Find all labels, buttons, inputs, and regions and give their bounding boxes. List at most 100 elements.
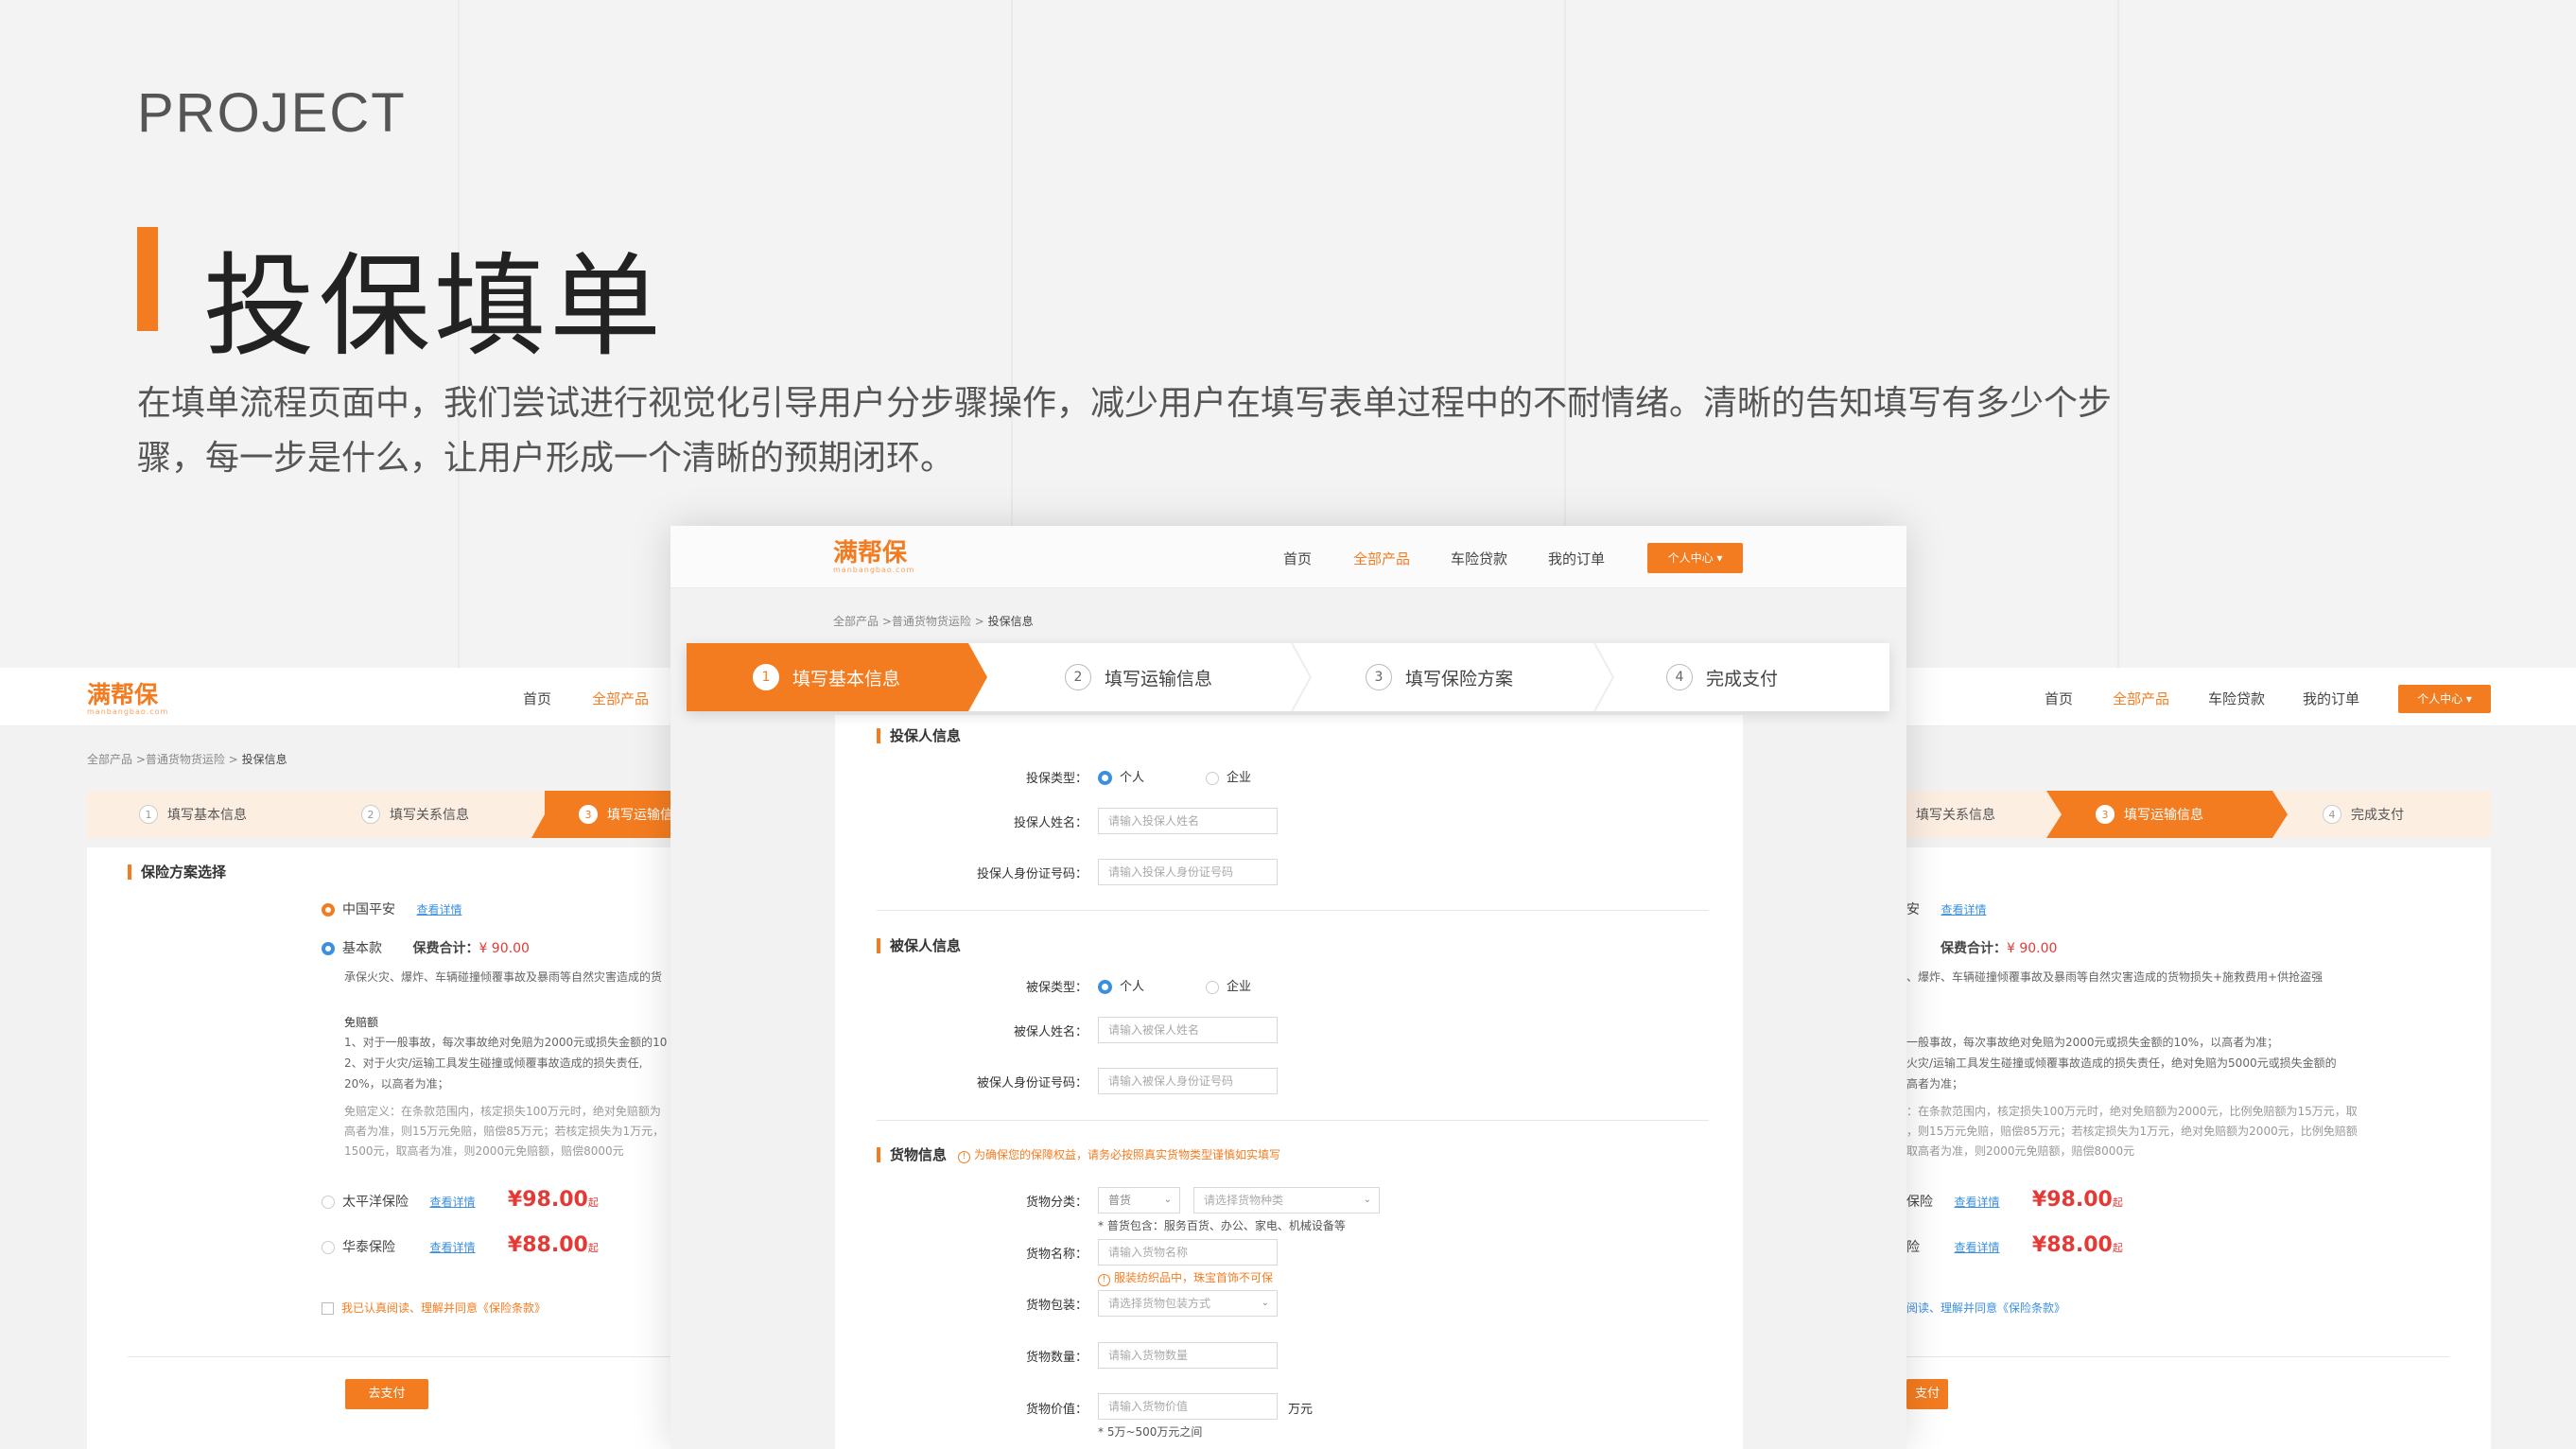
- nav-home[interactable]: 首页: [523, 689, 551, 708]
- premium-total: 保费合计：¥ 90.00: [1941, 941, 2058, 956]
- cargo-name-warning: ! 服装纺织品中，珠宝首饰不可保: [1098, 1269, 1273, 1286]
- nav-all-products[interactable]: 全部产品: [1353, 549, 1410, 568]
- step-bar: 1填写基本信息 2填写关系信息 3填写运输信息: [87, 791, 670, 838]
- definition-2: 高者为准，则15万元免赔，赔偿85万元；若核定损失为1万元，: [344, 1125, 665, 1138]
- definition-2: ，则15万元免赔，赔偿85万元；若核定损失为1万元，绝对免赔额为2000元，比例…: [1906, 1125, 2358, 1138]
- deductible-2b: 20%，以高者为准；: [344, 1077, 449, 1091]
- insurer-option-1[interactable]: 安 查看详情: [1906, 899, 1986, 918]
- left-header: 满帮保 manbangbao.com 首页 全部产品: [0, 668, 670, 726]
- plan-option[interactable]: 基本款 保费合计：¥ 90.00: [322, 938, 530, 957]
- breadcrumb: 全部产品 >普通货物货运险 > 投保信息: [833, 615, 1034, 628]
- insurer-option-3[interactable]: 险 查看详情 ¥88.00起: [1906, 1233, 2123, 1257]
- applicant-id-label: 投保人身份证号码：: [976, 867, 1088, 882]
- section-title: 保险方案选择: [128, 864, 226, 880]
- step-1: 1 填写基本信息: [139, 791, 247, 838]
- cargo-value-unit: 万元: [1288, 1403, 1314, 1417]
- logo[interactable]: 满帮保 manbangbao.com: [833, 541, 914, 575]
- insured-section-title: 被保人信息: [877, 938, 961, 953]
- step-2: 2 填写关系信息: [361, 791, 469, 838]
- cargo-pack-label: 货物包装：: [1025, 1299, 1088, 1313]
- deductible-1: 1、对于一般事故，每次事故绝对免赔为2000元或损失金额的10: [344, 1036, 668, 1049]
- definition-3: 取高者为准，则2000元免赔额，赔偿8000元: [1906, 1144, 2135, 1158]
- applicant-type-company[interactable]: 企业: [1206, 767, 1251, 785]
- step-3: 3填写运输信息: [2096, 791, 2203, 838]
- insured-name-input[interactable]: 请输入被保人姓名: [1098, 1017, 1278, 1043]
- deductible-2: 火灾/运输工具发生碰撞或倾覆事故造成的损失责任，绝对免赔为5000元或损失金额的: [1906, 1056, 2337, 1070]
- insurer-option-3[interactable]: 华泰保险 查看详情 ¥88.00起: [322, 1233, 599, 1257]
- cargo-section-title: 货物信息: [877, 1147, 947, 1162]
- agree-text[interactable]: 阅读、理解并同意《保险条款》: [1906, 1298, 2065, 1318]
- breadcrumb: 全部产品 >普通货物货运险 > 投保信息: [87, 753, 287, 766]
- cargo-qty-input[interactable]: 请输入货物数量: [1098, 1342, 1278, 1369]
- step-3: 3填写运输信息: [579, 791, 670, 838]
- eyebrow: PROJECT: [137, 82, 407, 144]
- nav-my-orders[interactable]: 我的订单: [1548, 549, 1605, 568]
- nav-home[interactable]: 首页: [1283, 549, 1312, 568]
- step-2: 2 填写运输信息: [1065, 643, 1212, 711]
- coverage-text: 承保火灾、爆炸、车辆碰撞倾覆事故及暴雨等自然灾害造成的货: [344, 970, 663, 984]
- nav-my-orders[interactable]: 我的订单: [2303, 689, 2359, 708]
- center-screenshot: 满帮保 manbangbao.com 首页 全部产品 车险贷款 我的订单 个人中心…: [670, 526, 1906, 1449]
- definition-3: 1500元，取高者为准，则2000元免赔额，赔偿8000元: [344, 1144, 624, 1158]
- step-3: 3 填写保险方案: [1366, 643, 1513, 711]
- center-header: 满帮保 manbangbao.com 首页 全部产品 车险贷款 我的订单 个人中心…: [670, 526, 1906, 588]
- insured-type-personal[interactable]: 个人: [1098, 976, 1144, 994]
- step-bar: 填写关系信息 3 填写运输信息 4 完成支付: [1906, 791, 2491, 838]
- logo[interactable]: 满帮保 manbangbao.com: [87, 683, 168, 717]
- nav-all-products[interactable]: 全部产品: [592, 689, 649, 708]
- insured-id-label: 被保人身份证号码：: [976, 1076, 1088, 1091]
- deductible-title: 免赔额: [344, 1016, 379, 1029]
- deductible-1: 一般事故，每次事故绝对免赔为2000元或损失金额的10%，以高者为准；: [1906, 1036, 2279, 1049]
- user-center-button[interactable]: 个人中心 ▾: [1647, 543, 1743, 573]
- applicant-section-title: 投保人信息: [877, 728, 961, 743]
- deductible-3: 高者为准；: [1906, 1077, 1964, 1091]
- insured-type-company[interactable]: 企业: [1206, 976, 1251, 994]
- step-bar: 1 填写基本信息 2 填写运输信息 3 填写保险方案 4 完成支付: [687, 643, 1889, 711]
- cargo-type-select[interactable]: 请选择货物种类 ⌄: [1193, 1187, 1380, 1213]
- nav-all-products[interactable]: 全部产品: [2113, 689, 2169, 708]
- cargo-value-label: 货物价值：: [1025, 1403, 1088, 1417]
- cargo-name-input[interactable]: 请输入货物名称: [1098, 1239, 1278, 1266]
- chevron-down-icon: ⌄: [1163, 1195, 1172, 1205]
- insurer-option-2[interactable]: 保险 查看详情 ¥98.00起: [1906, 1188, 2123, 1212]
- cargo-value-hint: * 5万~500万元之间: [1098, 1425, 1203, 1439]
- insured-type-label: 被保类型：: [1025, 981, 1088, 995]
- page-title: 投保填单: [203, 241, 666, 372]
- nav-home[interactable]: 首页: [2045, 689, 2073, 708]
- applicant-type-label: 投保类型：: [1025, 772, 1088, 786]
- cargo-pack-select[interactable]: 请选择货物包装方式 ⌄: [1098, 1290, 1278, 1317]
- cargo-category-hint: * 普货包含：服务百货、办公、家电、机械设备等: [1098, 1219, 1346, 1232]
- step-2: 填写关系信息: [1916, 808, 1995, 823]
- cargo-qty-label: 货物数量：: [1025, 1351, 1088, 1365]
- step-4: 4 完成支付: [1666, 643, 1778, 711]
- title-accent-bar: [137, 227, 158, 331]
- agree-checkbox[interactable]: 我已认真阅读、理解并同意《保险条款》: [322, 1298, 546, 1318]
- warning-icon: !: [1098, 1274, 1110, 1286]
- page-description: 在填单流程页面中，我们尝试进行视觉化引导用户分步骤操作，减少用户在填写表单过程中…: [137, 384, 2113, 478]
- right-header: 首页 全部产品 车险贷款 我的订单 个人中心 ▾: [1906, 668, 2576, 726]
- applicant-name-input[interactable]: 请输入投保人姓名: [1098, 808, 1278, 834]
- nav-car-loan[interactable]: 车险贷款: [2208, 689, 2265, 708]
- right-screenshot: 首页 全部产品 车险贷款 我的订单 个人中心 ▾ 填写关系信息 3 填写运输信息 …: [1906, 668, 2576, 1449]
- insured-id-input[interactable]: 请输入被保人身份证号码: [1098, 1068, 1278, 1094]
- nav-car-loan[interactable]: 车险贷款: [1451, 549, 1507, 568]
- cargo-value-input[interactable]: 请输入货物价值: [1098, 1393, 1278, 1420]
- info-icon: !: [958, 1151, 970, 1163]
- pay-button[interactable]: 支付: [1906, 1379, 1948, 1409]
- definition-1: ：在条款范围内，核定损失100万元时，绝对免赔额为2000元，比例免赔额为15万…: [1906, 1105, 2358, 1118]
- insurer-option-1[interactable]: 中国平安 查看详情: [322, 899, 461, 918]
- user-center-button[interactable]: 个人中心 ▾: [2398, 685, 2491, 713]
- insured-name-label: 被保人姓名：: [1013, 1025, 1088, 1039]
- applicant-id-input[interactable]: 请输入投保人身份证号码: [1098, 859, 1278, 885]
- cargo-category-select[interactable]: 普货 ⌄: [1098, 1187, 1180, 1213]
- chevron-down-icon: ⌄: [1261, 1298, 1269, 1308]
- pay-button[interactable]: 去支付: [345, 1379, 428, 1409]
- cargo-category-label: 货物分类：: [1025, 1196, 1088, 1210]
- insurer-option-2[interactable]: 太平洋保险 查看详情 ¥98.00起: [322, 1188, 599, 1212]
- deductible-2a: 2、对于火灾/运输工具发生碰撞或倾覆事故造成的损失责任,: [344, 1056, 643, 1070]
- applicant-type-personal[interactable]: 个人: [1098, 767, 1144, 785]
- cargo-notice: ! 为确保您的保障权益，请务必按照真实货物类型谨慎如实填写: [958, 1146, 1280, 1163]
- definition-1: 免赔定义：在条款范围内，核定损失100万元时，绝对免赔额为: [344, 1105, 661, 1118]
- coverage-text: 、爆炸、车辆碰撞倾覆事故及暴雨等自然灾害造成的货物损失+施救费用+供抢盗强: [1906, 970, 2324, 984]
- step-1: 1 填写基本信息: [753, 643, 900, 711]
